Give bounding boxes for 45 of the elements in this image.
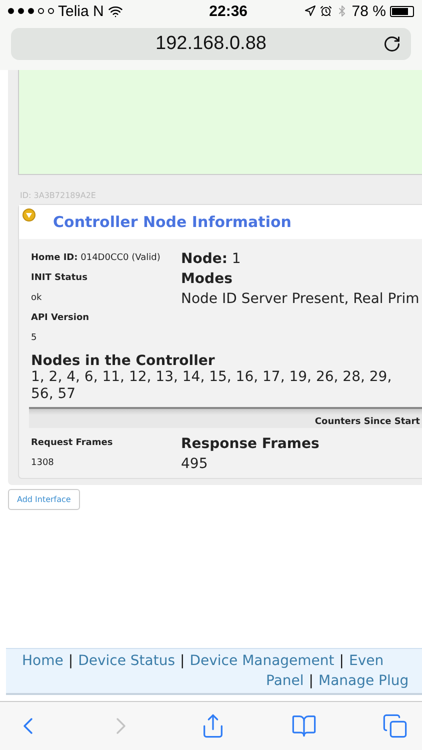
request-frames-value: 1308 — [31, 457, 55, 470]
battery-percent: 78 % — [352, 2, 386, 20]
book-icon — [291, 713, 317, 739]
api-version-value: 5 — [31, 332, 38, 345]
request-frames-label: Request Frames — [31, 437, 114, 450]
modes-label: Modes — [181, 271, 234, 287]
nav-link[interactable]: Manage Plug — [318, 671, 409, 691]
nav-link[interactable]: Device Management — [190, 651, 334, 671]
add-interface-button[interactable]: Add Interface — [8, 489, 80, 510]
node-value: 1 — [232, 251, 241, 267]
nav-link[interactable]: Even — [349, 651, 384, 671]
tabs-button[interactable] — [382, 713, 408, 739]
collapse-toggle-icon[interactable] — [22, 208, 36, 222]
carrier-name: Telia N — [58, 2, 104, 20]
nav-link[interactable]: Device Status — [78, 651, 176, 671]
counters-title: Counters Since Start — [314, 417, 420, 427]
bookmarks-button[interactable] — [291, 713, 317, 739]
nav-separator: | — [180, 652, 185, 671]
response-frames-value: 495 — [181, 456, 209, 472]
nav-separator: | — [308, 672, 314, 691]
tabs-icon — [382, 713, 408, 739]
init-status-value: ok — [31, 292, 43, 305]
address-bar[interactable]: 192.168.0.88 — [11, 28, 411, 60]
api-version-label: API Version — [31, 312, 90, 325]
modes-value: Node ID Server Present, Real Prim — [181, 291, 420, 307]
clock-time: 22:36 — [209, 2, 248, 20]
location-icon — [304, 5, 316, 17]
nav-link[interactable]: Panel — [266, 671, 304, 691]
url-text: 192.168.0.88 — [156, 33, 266, 55]
nav-link[interactable]: Home — [22, 651, 64, 671]
panel-title: Controller Node Information — [53, 213, 292, 231]
alarm-icon — [320, 5, 332, 17]
wifi-icon — [108, 4, 123, 18]
node-list: 56, 57 — [31, 386, 422, 403]
nav-separator: | — [339, 652, 344, 671]
nav-separator: | — [68, 652, 74, 671]
nodes-heading: Nodes in the Controller — [31, 353, 216, 369]
home-id-value: 014D0CC0 (Valid) — [80, 253, 160, 263]
reload-icon[interactable] — [383, 35, 401, 53]
response-frames-label: Response Frames — [181, 436, 320, 452]
init-status-label: INIT Status — [31, 272, 88, 285]
home-id-label: Home ID: — [31, 253, 78, 263]
node-label: Node: — [181, 251, 228, 267]
node-list: 1, 2, 4, 6, 11, 12, 13, 14, 15, 16, 17, 19, 26, 28, 29, — [31, 369, 422, 386]
battery-icon — [390, 6, 414, 16]
